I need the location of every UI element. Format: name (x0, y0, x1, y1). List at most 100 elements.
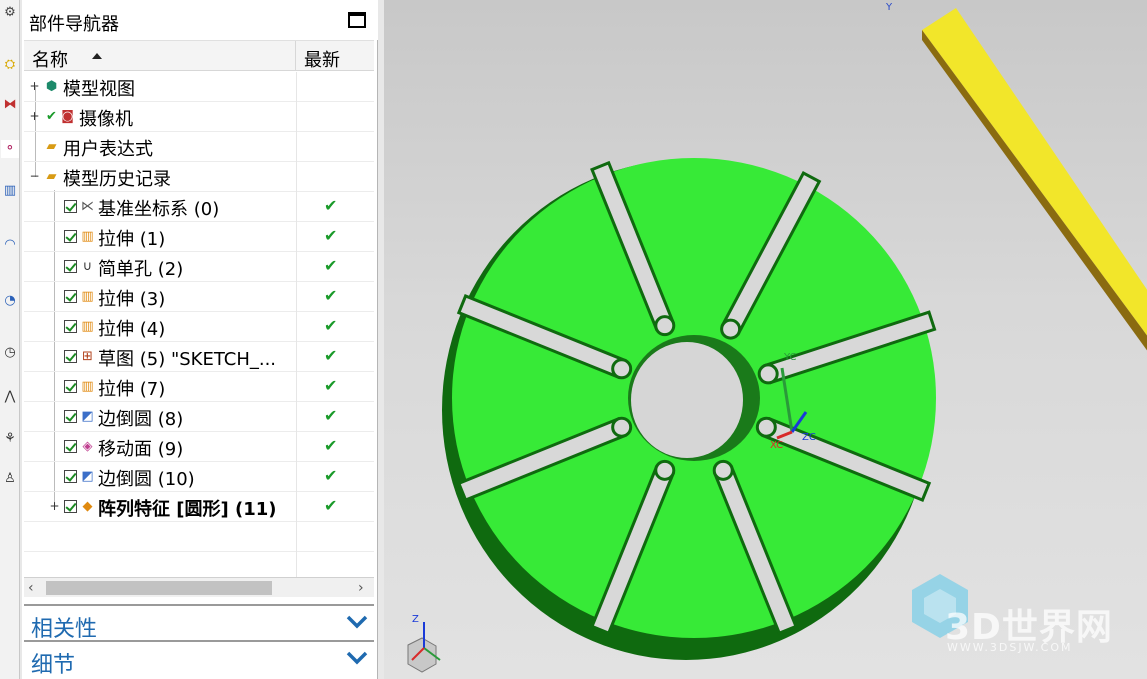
visibility-checkbox[interactable] (64, 350, 77, 363)
latest-check-icon: ✔ (324, 496, 338, 515)
history-icon[interactable]: ◔ (1, 292, 19, 310)
check-icon: ✔ (46, 109, 57, 124)
visibility-checkbox[interactable] (64, 410, 77, 423)
tree-node-simple-hole[interactable]: ∪ 简单孔 (2) ✔ (24, 252, 374, 282)
tree-node-datum-csys[interactable]: ⋉ 基准坐标系 (0) ✔ (24, 192, 374, 222)
tree-node-extrude-7[interactable]: ▥ 拉伸 (7) ✔ (24, 372, 374, 402)
tree-node-label: 阵列特征 [圆形] (11) (98, 499, 277, 520)
navigator-title-bar: 部件导航器 (22, 0, 378, 40)
tree-node-pattern-feature-11[interactable]: + ◆ 阵列特征 [圆形] (11) ✔ (24, 492, 374, 522)
horizontal-scrollbar[interactable]: ‹ › (24, 577, 374, 597)
tree-node-label: 用户表达式 (63, 139, 153, 160)
tree-node-model-history[interactable]: − ▰ 模型历史记录 (24, 162, 374, 192)
edge-blend-icon: ◩ (81, 469, 94, 484)
latest-check-icon: ✔ (324, 376, 338, 395)
camera-icon: ◙ (61, 109, 74, 124)
scroll-thumb[interactable] (46, 581, 272, 595)
disk-slot-end (755, 416, 777, 438)
disk-slot-end (611, 358, 633, 380)
tree-node-extrude-3[interactable]: ▥ 拉伸 (3) ✔ (24, 282, 374, 312)
process-studio-icon[interactable]: ⋀ (1, 388, 19, 406)
tree-node-extrude-1[interactable]: ▥ 拉伸 (1) ✔ (24, 222, 374, 252)
simple-hole-icon: ∪ (82, 259, 93, 274)
settings-icon[interactable]: ⚙ (1, 4, 19, 22)
column-header-name[interactable]: 名称 (24, 41, 296, 71)
visibility-checkbox[interactable] (64, 200, 77, 213)
web-browser-icon[interactable]: ◠ (1, 236, 19, 254)
dependencies-panel-header[interactable]: 相关性 (24, 604, 374, 642)
extrude-icon: ▥ (81, 319, 94, 334)
zc-label: ZC (802, 432, 816, 443)
clock-icon[interactable]: ◷ (1, 344, 19, 362)
expand-icon[interactable]: + (49, 500, 60, 512)
tree-node-model-views[interactable]: + ⬢ 模型视图 (24, 72, 374, 102)
assembly-navigator-icon[interactable]: ⛭ (1, 56, 19, 74)
visibility-checkbox[interactable] (64, 320, 77, 333)
latest-check-icon: ✔ (324, 346, 338, 365)
view-z-label: Z (412, 614, 419, 625)
tree-node-sketch-5[interactable]: ⊞ 草图 (5) "SKETCH_... ✔ (24, 342, 374, 372)
constraint-navigator-icon[interactable]: ⧓ (1, 96, 19, 114)
edge-blend-icon: ◩ (81, 409, 94, 424)
visibility-checkbox[interactable] (64, 290, 77, 303)
tree-node-edge-blend-8[interactable]: ◩ 边倒圆 (8) ✔ (24, 402, 374, 432)
center-hole (631, 342, 743, 458)
tree-node-label: 拉伸 (3) (98, 289, 166, 310)
system-materials-icon[interactable]: ♙ (1, 470, 19, 488)
column-header-latest[interactable]: 最新 (297, 41, 373, 71)
latest-check-icon: ✔ (324, 316, 338, 335)
y-axis-label: Y (886, 2, 893, 13)
visibility-checkbox[interactable] (64, 500, 77, 513)
column-header: 名称 最新 (24, 40, 374, 71)
maximize-icon[interactable] (348, 12, 366, 28)
tree-empty-row (24, 552, 374, 580)
scroll-right-icon[interactable]: › (358, 580, 364, 596)
tree-empty-row (24, 522, 374, 552)
tree-node-extrude-4[interactable]: ▥ 拉伸 (4) ✔ (24, 312, 374, 342)
details-panel-header[interactable]: 细节 (24, 640, 374, 678)
tree-node-cameras[interactable]: + ✔ ◙ 摄像机 (24, 102, 374, 132)
extrude-icon: ▥ (81, 229, 94, 244)
tree-node-label: 模型历史记录 (63, 169, 171, 190)
visibility-checkbox[interactable] (64, 260, 77, 273)
tree-node-label: 草图 (5) "SKETCH_... (98, 349, 277, 370)
visibility-checkbox[interactable] (64, 470, 77, 483)
visibility-checkbox[interactable] (64, 380, 77, 393)
visibility-checkbox[interactable] (64, 230, 77, 243)
expand-icon[interactable]: + (29, 80, 40, 92)
chevron-down-icon (346, 615, 368, 629)
tree-node-label: 简单孔 (2) (98, 259, 184, 280)
roles-icon[interactable]: ⚘ (1, 430, 19, 448)
disk-slot-end (720, 318, 742, 340)
details-label: 细节 (31, 653, 76, 678)
visibility-checkbox[interactable] (64, 440, 77, 453)
navigator-title: 部件导航器 (29, 14, 119, 35)
expand-icon[interactable]: + (29, 110, 40, 122)
tree-node-label: 边倒圆 (8) (98, 409, 184, 430)
part-navigator-tab-icon[interactable]: ⚬ (1, 140, 19, 158)
tree-node-label: 基准坐标系 (0) (98, 199, 220, 220)
column-name-label: 名称 (32, 50, 68, 71)
sort-ascending-icon (92, 53, 102, 59)
tree-node-move-face-9[interactable]: ◈ 移动面 (9) ✔ (24, 432, 374, 462)
tree-node-edge-blend-10[interactable]: ◩ 边倒圆 (10) ✔ (24, 462, 374, 492)
disk-slot-end (757, 363, 779, 385)
latest-check-icon: ✔ (324, 436, 338, 455)
tree-node-label: 拉伸 (4) (98, 319, 166, 340)
resource-bar: ⚙ ⛭ ⧓ ⚬ ▥ ◠ ◔ ◷ ⋀ ⚘ ♙ (0, 0, 20, 679)
latest-check-icon: ✔ (324, 406, 338, 425)
yellow-bar-side (922, 30, 1147, 351)
feature-tree: + ⬢ 模型视图 + ✔ ◙ 摄像机 ▰ 用户表达式 − ▰ 模型历史记录 ⋉ … (24, 72, 374, 580)
tree-node-label: 摄像机 (79, 109, 133, 130)
tree-node-user-expressions[interactable]: ▰ 用户表达式 (24, 132, 374, 162)
graphics-window[interactable]: Y YC XC ZC Z 3D世界网 WWW.3DSJW.COM (384, 0, 1147, 679)
scroll-left-icon[interactable]: ‹ (28, 580, 34, 596)
latest-check-icon: ✔ (324, 286, 338, 305)
model-views-icon: ⬢ (45, 79, 58, 94)
tree-node-label: 拉伸 (7) (98, 379, 166, 400)
reuse-library-icon[interactable]: ▥ (1, 182, 19, 200)
disk-slot-end (654, 315, 676, 337)
collapse-icon[interactable]: − (29, 170, 40, 182)
move-face-icon: ◈ (82, 439, 93, 454)
tree-node-label: 边倒圆 (10) (98, 469, 195, 490)
